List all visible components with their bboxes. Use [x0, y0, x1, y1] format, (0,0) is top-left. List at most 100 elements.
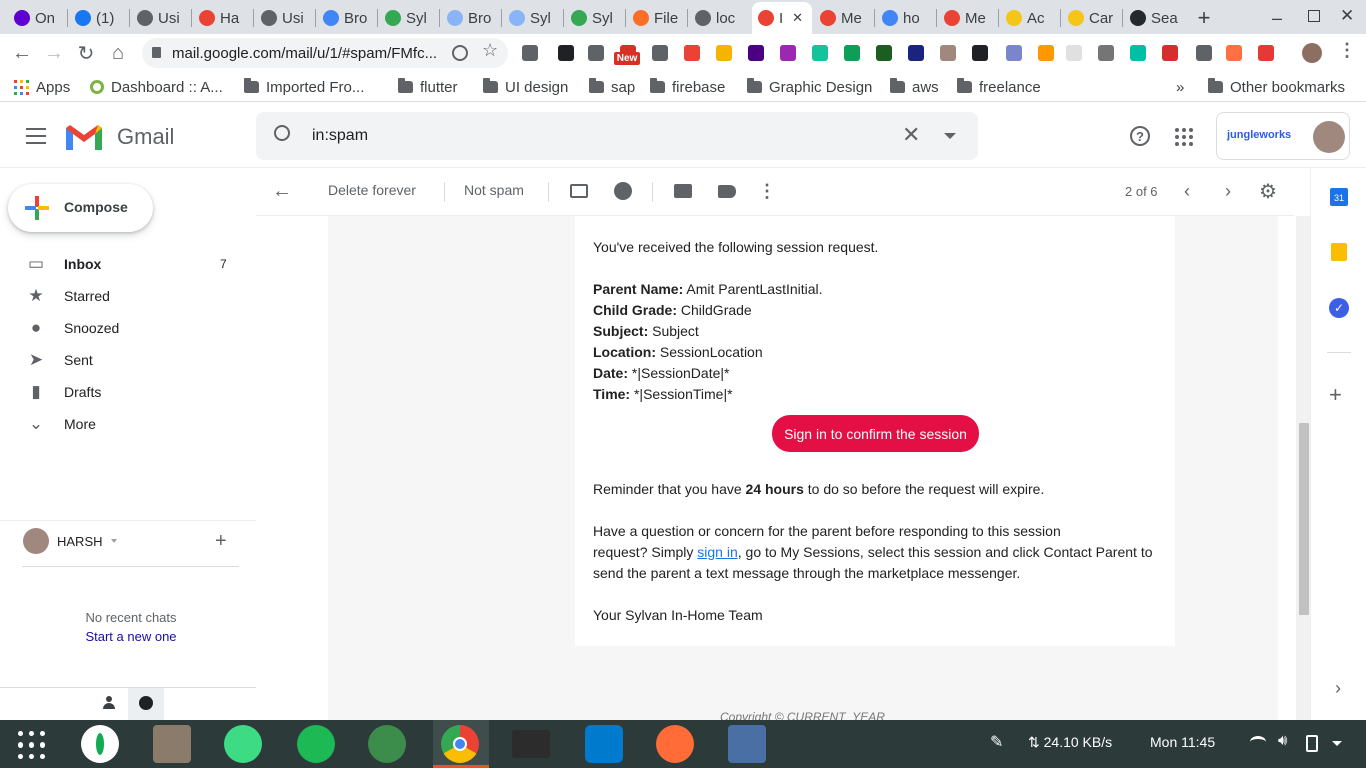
browser-tab[interactable]: Me	[814, 4, 870, 32]
menu-kebab-icon[interactable]: ⋮	[1338, 40, 1356, 61]
bookmark-item[interactable]: flutter	[398, 76, 458, 98]
mongodb-compass-icon[interactable]	[81, 725, 119, 763]
bookmark-item[interactable]: Dashboard :: A...	[90, 76, 223, 98]
contacts-person-icon[interactable]	[102, 696, 116, 710]
add-chat-icon[interactable]: +	[215, 530, 227, 553]
bookmarks-overflow-button[interactable]: »	[1176, 76, 1184, 98]
browser-tab[interactable]: Syl	[379, 4, 435, 32]
other-bookmarks[interactable]: Other bookmarks	[1208, 76, 1345, 98]
close-window-button[interactable]: ✕	[1340, 6, 1360, 26]
terminal-icon[interactable]	[512, 730, 550, 758]
wifi-icon[interactable]	[1250, 736, 1266, 748]
browser-tab[interactable]: Ac	[1000, 4, 1056, 32]
vscode-icon[interactable]	[585, 725, 623, 763]
browser-extension-icon[interactable]	[684, 45, 700, 61]
compose-button[interactable]: Compose	[8, 184, 153, 232]
browser-extension-icon[interactable]	[652, 45, 668, 61]
search-input[interactable]: in:spam	[312, 127, 368, 145]
pen-icon[interactable]: ✎	[990, 732, 1003, 752]
browser-extension-icon[interactable]	[1038, 45, 1054, 61]
sign-in-link[interactable]: sign in	[697, 544, 737, 560]
google-apps-icon[interactable]	[1175, 128, 1193, 146]
not-spam-button[interactable]: Not spam	[464, 182, 524, 198]
browser-extension-icon[interactable]	[812, 45, 828, 61]
browser-extension-icon[interactable]	[876, 45, 892, 61]
bookmark-item[interactable]: Apps	[14, 76, 70, 98]
android-studio-icon[interactable]	[224, 725, 262, 763]
chrome-icon[interactable]	[441, 725, 479, 763]
browser-extension-icon[interactable]	[1162, 45, 1178, 61]
gmail-logo[interactable]	[64, 122, 104, 152]
browser-extension-icon[interactable]	[1098, 45, 1114, 61]
newer-chevron-icon[interactable]: ‹	[1176, 180, 1198, 202]
bookmark-item[interactable]: Imported Fro...	[244, 76, 364, 98]
new-tab-button[interactable]: +	[1192, 5, 1216, 30]
browser-tab[interactable]: File	[627, 4, 683, 32]
browser-tab[interactable]: Sea	[1124, 4, 1180, 32]
browser-tab[interactable]: Ha	[193, 4, 249, 32]
tasks-icon[interactable]: ✓	[1329, 298, 1349, 318]
bookmark-item[interactable]: Graphic Design	[747, 76, 872, 98]
start-new-chat-link[interactable]: Start a new one	[0, 629, 262, 644]
bookmark-item[interactable]: freelance	[957, 76, 1041, 98]
older-chevron-icon[interactable]: ›	[1217, 180, 1239, 202]
back-to-list-icon[interactable]: ←	[271, 180, 293, 202]
clock[interactable]: Mon 11:45	[1150, 734, 1215, 750]
get-addons-icon[interactable]: +	[1329, 382, 1342, 408]
account-switcher[interactable]: jungleworks	[1216, 112, 1350, 160]
browser-tab[interactable]: Usi	[131, 4, 187, 32]
bookmark-item[interactable]: aws	[890, 76, 939, 98]
delete-forever-button[interactable]: Delete forever	[328, 182, 416, 198]
browser-tab[interactable]: Bro	[317, 4, 373, 32]
move-to-icon[interactable]	[672, 180, 694, 202]
profile-avatar[interactable]	[1302, 43, 1322, 63]
browser-extension-icon[interactable]	[558, 45, 574, 61]
main-menu-icon[interactable]	[26, 128, 46, 144]
home-icon[interactable]: ⌂	[105, 40, 131, 66]
browser-tab[interactable]: Syl	[503, 4, 559, 32]
postman-icon[interactable]	[656, 725, 694, 763]
browser-tab[interactable]: Me	[938, 4, 994, 32]
sidebar-item-starred[interactable]: ★ Starred	[0, 280, 248, 312]
bookmark-item[interactable]: UI design	[483, 76, 568, 98]
browser-extension-icon[interactable]	[780, 45, 796, 61]
browser-extension-icon[interactable]	[1130, 45, 1146, 61]
browser-extension-icon[interactable]	[588, 45, 604, 61]
browser-extension-icon[interactable]	[844, 45, 860, 61]
network-tool-icon[interactable]	[728, 725, 766, 763]
file-archive-icon[interactable]	[153, 725, 191, 763]
search-bar[interactable]: in:spam ✕	[256, 112, 978, 160]
label-icon[interactable]	[716, 180, 738, 202]
browser-extension-icon[interactable]	[1226, 45, 1242, 61]
browser-tab[interactable]: Syl	[565, 4, 621, 32]
forward-arrow-icon[interactable]: →	[41, 40, 67, 66]
sidebar-item-more[interactable]: ⌄ More	[0, 408, 248, 440]
hangouts-tab-icon[interactable]	[128, 688, 164, 720]
browser-tab[interactable]: Usi	[255, 4, 311, 32]
rocket-app-icon[interactable]	[368, 725, 406, 763]
browser-extension-icon[interactable]	[940, 45, 956, 61]
snooze-clock-icon[interactable]	[612, 180, 634, 202]
close-tab-icon[interactable]: ✕	[792, 10, 803, 26]
minimize-window-button[interactable]: ‒	[1272, 8, 1292, 28]
sidebar-item-snoozed[interactable]: ● Snoozed	[0, 312, 248, 344]
mark-unread-icon[interactable]	[568, 180, 590, 202]
browser-tab[interactable]: Bro	[441, 4, 497, 32]
hangouts-user[interactable]: HARSH	[23, 528, 117, 554]
browser-extension-icon[interactable]	[1258, 45, 1274, 61]
bookmark-item[interactable]: firebase	[650, 76, 725, 98]
browser-extension-icon[interactable]	[716, 45, 732, 61]
calendar-icon[interactable]: 31	[1330, 188, 1348, 206]
browser-tab[interactable]: On	[8, 4, 64, 32]
volume-icon[interactable]: 🔊︎	[1278, 732, 1287, 749]
browser-tab[interactable]: (1)	[69, 4, 125, 32]
app-launcher-icon[interactable]	[18, 731, 46, 759]
restore-window-button[interactable]	[1308, 10, 1320, 22]
reload-icon[interactable]: ↻	[73, 40, 99, 66]
browser-tab[interactable]: ho	[876, 4, 932, 32]
help-icon[interactable]: ?	[1130, 126, 1150, 146]
sign-in-confirm-button[interactable]: Sign in to confirm the session	[772, 415, 979, 452]
expand-panel-chevron-icon[interactable]: ›	[1335, 678, 1341, 699]
browser-tab[interactable]: loc	[689, 4, 745, 32]
browser-tab[interactable]: I ✕	[752, 2, 812, 34]
